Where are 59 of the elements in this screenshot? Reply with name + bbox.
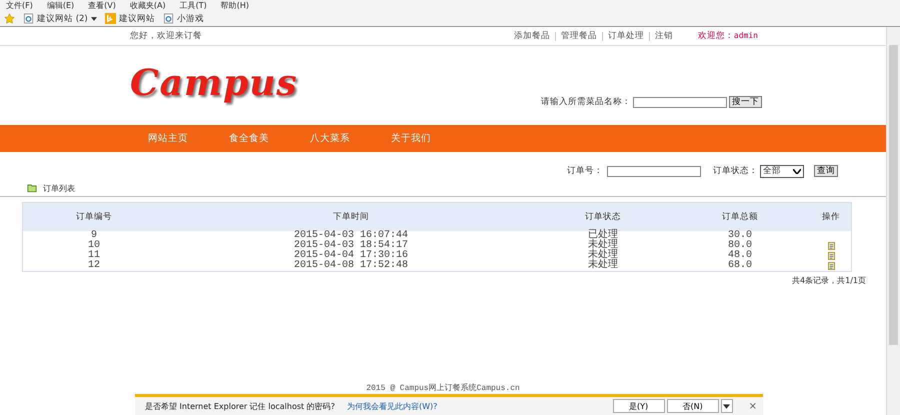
notification-button[interactable]: 是(Y) (612, 399, 665, 413)
table-cell: 2015-04-08 17:52:48 (165, 261, 537, 272)
query-button[interactable]: 查询 (814, 165, 838, 177)
table-cell: 68.0 (669, 261, 811, 272)
edit-icon[interactable] (828, 262, 834, 270)
campus-logo: Campus (130, 62, 298, 104)
help-link[interactable]: 为何我会看见此内容(W)? (346, 400, 438, 412)
menu-item[interactable]: 查看(V) (88, 0, 116, 11)
menu-item[interactable]: 编辑(E) (46, 0, 74, 11)
table-cell-text: 48.0 (726, 251, 753, 261)
top-link[interactable]: 管理餐品 (560, 30, 597, 42)
search-label: 请输入所需菜品名称： (541, 96, 631, 108)
caret-icon (793, 168, 801, 174)
table-cell-text: 80.0 (726, 241, 753, 251)
pagination-text: 共4条记录，共1/1页 (792, 276, 866, 285)
favorite-link[interactable]: 建议网站 (2) (23, 12, 97, 24)
notification-message: 是否希望 Internet Explorer 记住 localhost 的密码? (145, 400, 335, 412)
favorite-link[interactable]: 建议网站 (104, 12, 155, 24)
table-cell-text: 2015-04-04 17:30:16 (292, 251, 410, 261)
menu-item[interactable]: 工具(T) (180, 0, 207, 11)
edit-icon[interactable] (828, 242, 834, 250)
caret-icon (90, 16, 97, 20)
column-header: 订单编号 (22, 202, 165, 231)
scrollbar[interactable] (886, 27, 900, 415)
edit-icon[interactable] (828, 252, 834, 260)
search-field[interactable] (633, 96, 727, 108)
welcome-text: 欢迎您：admin (698, 30, 758, 42)
status-label: 订单状态： (713, 165, 758, 177)
favorite-link[interactable]: 小游戏 (162, 12, 204, 24)
top-link[interactable]: 订单处理 (608, 30, 644, 42)
table-cell: 10 (22, 241, 165, 251)
table-cell: 30.0 (669, 231, 811, 241)
top-link[interactable]: 添加餐品 (514, 30, 550, 42)
menu-item[interactable]: 文件(F) (6, 0, 33, 11)
table-cell: 11 (22, 251, 165, 261)
table-cell-text: 2015-04-03 18:54:17 (292, 241, 410, 251)
menu-item[interactable]: 帮助(H) (220, 0, 249, 11)
top-link[interactable]: 注销 (654, 30, 673, 42)
dropdown-button[interactable] (720, 399, 733, 413)
column-header: 下单时间 (165, 202, 537, 231)
greeting-text: 您好，欢迎来订餐 (130, 30, 202, 42)
column-header: 订单总额 (669, 202, 811, 231)
table-cell: 2015-04-03 16:07:44 (165, 231, 537, 241)
folder-icon (27, 183, 37, 193)
close-button[interactable]: × (748, 400, 757, 412)
order-number-label: 订单号： (567, 165, 603, 177)
status-dropdown[interactable]: 全部 (760, 164, 804, 178)
table-cell: 9 (22, 231, 165, 241)
notification-button[interactable]: 否(N) (666, 399, 719, 413)
order-number-field[interactable] (607, 166, 701, 176)
list-title: 订单列表 (43, 182, 75, 194)
menu-item[interactable]: 收藏夹(A) (130, 0, 166, 11)
table-cell: 12 (22, 261, 165, 272)
column-header: 操作 (811, 202, 852, 231)
search-button[interactable]: 搜一下 (729, 96, 762, 108)
table-cell: 未处理 (537, 261, 669, 272)
star-icon[interactable] (4, 13, 15, 24)
caret-icon (723, 404, 730, 408)
footer-text: 2015 @ Campus网上订餐系统Campus.cn (366, 384, 520, 393)
